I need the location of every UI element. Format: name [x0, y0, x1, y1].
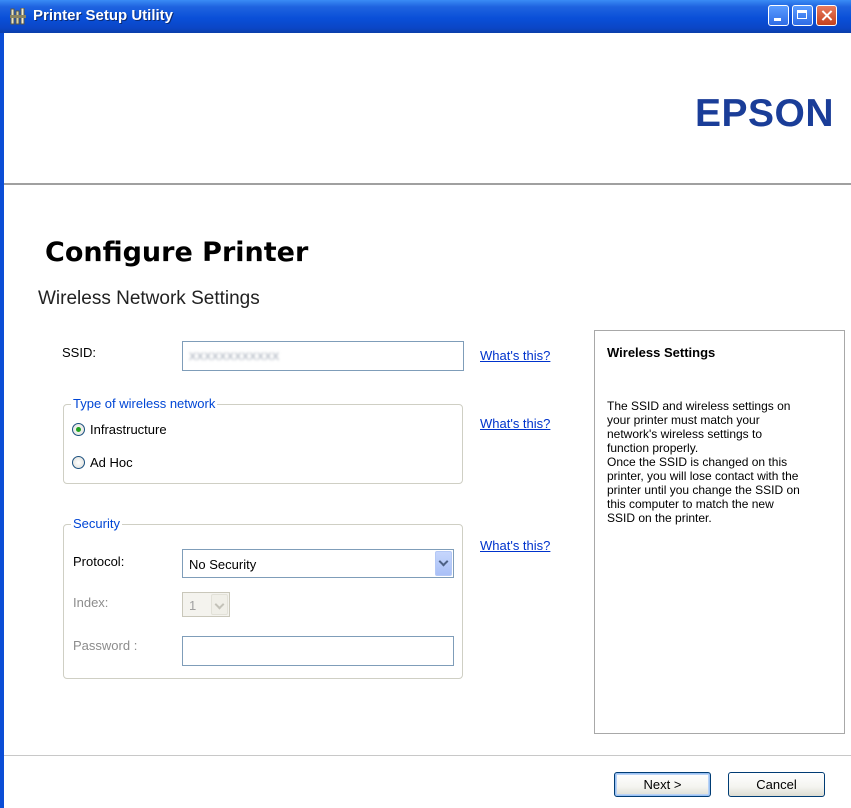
protocol-select[interactable]: No Security: [182, 549, 454, 578]
network-type-whats-this-link[interactable]: What's this?: [480, 416, 550, 431]
chevron-down-icon[interactable]: [435, 551, 452, 576]
printer-setup-window: Printer Setup Utility EPSON Configure Pr…: [0, 0, 851, 808]
title-bar[interactable]: Printer Setup Utility: [0, 0, 851, 33]
ad-hoc-label[interactable]: Ad Hoc: [90, 455, 133, 470]
index-value: 1: [189, 598, 197, 613]
ssid-input[interactable]: XXXXXXXXXXXX: [182, 341, 464, 371]
infrastructure-label[interactable]: Infrastructure: [90, 422, 167, 437]
security-whats-this-link[interactable]: What's this?: [480, 538, 550, 553]
window-frame-left: [0, 33, 4, 808]
minimize-icon[interactable]: [768, 5, 789, 26]
footer-divider: [4, 755, 851, 756]
wireless-settings-info-panel: Wireless Settings The SSID and wireless …: [594, 330, 845, 734]
header-divider: [4, 183, 851, 185]
security-legend: Security: [71, 516, 122, 531]
ad-hoc-radio[interactable]: [72, 456, 85, 469]
next-button[interactable]: Next >: [614, 772, 711, 797]
protocol-label: Protocol:: [73, 554, 125, 569]
infrastructure-radio[interactable]: [72, 423, 85, 436]
page-title: Configure Printer: [45, 237, 309, 268]
protocol-value: No Security: [189, 557, 257, 572]
info-panel-title: Wireless Settings: [607, 345, 716, 360]
window-title: Printer Setup Utility: [33, 7, 174, 24]
cancel-button-label: Cancel: [756, 777, 797, 792]
maximize-icon[interactable]: [792, 5, 813, 26]
chevron-down-icon[interactable]: [211, 594, 228, 615]
close-icon[interactable]: [816, 5, 837, 26]
password-label: Password :: [73, 638, 138, 653]
ssid-whats-this-link[interactable]: What's this?: [480, 348, 550, 363]
next-button-label: Next >: [643, 777, 682, 792]
printer-app-icon: [10, 8, 26, 25]
network-type-group: Type of wireless network: [63, 396, 463, 484]
radio-selected-dot: [76, 427, 81, 432]
password-input[interactable]: [182, 636, 454, 666]
ssid-label: SSID:: [62, 345, 96, 360]
page-subtitle: Wireless Network Settings: [38, 288, 260, 309]
network-type-legend: Type of wireless network: [71, 396, 218, 411]
ssid-value: XXXXXXXXXXXX: [189, 351, 280, 363]
cancel-button[interactable]: Cancel: [728, 772, 825, 797]
index-label: Index:: [73, 595, 109, 610]
index-select[interactable]: 1: [182, 592, 230, 617]
epson-logo: EPSON: [694, 92, 834, 135]
info-panel-body: The SSID and wireless settings on your p…: [607, 399, 800, 525]
